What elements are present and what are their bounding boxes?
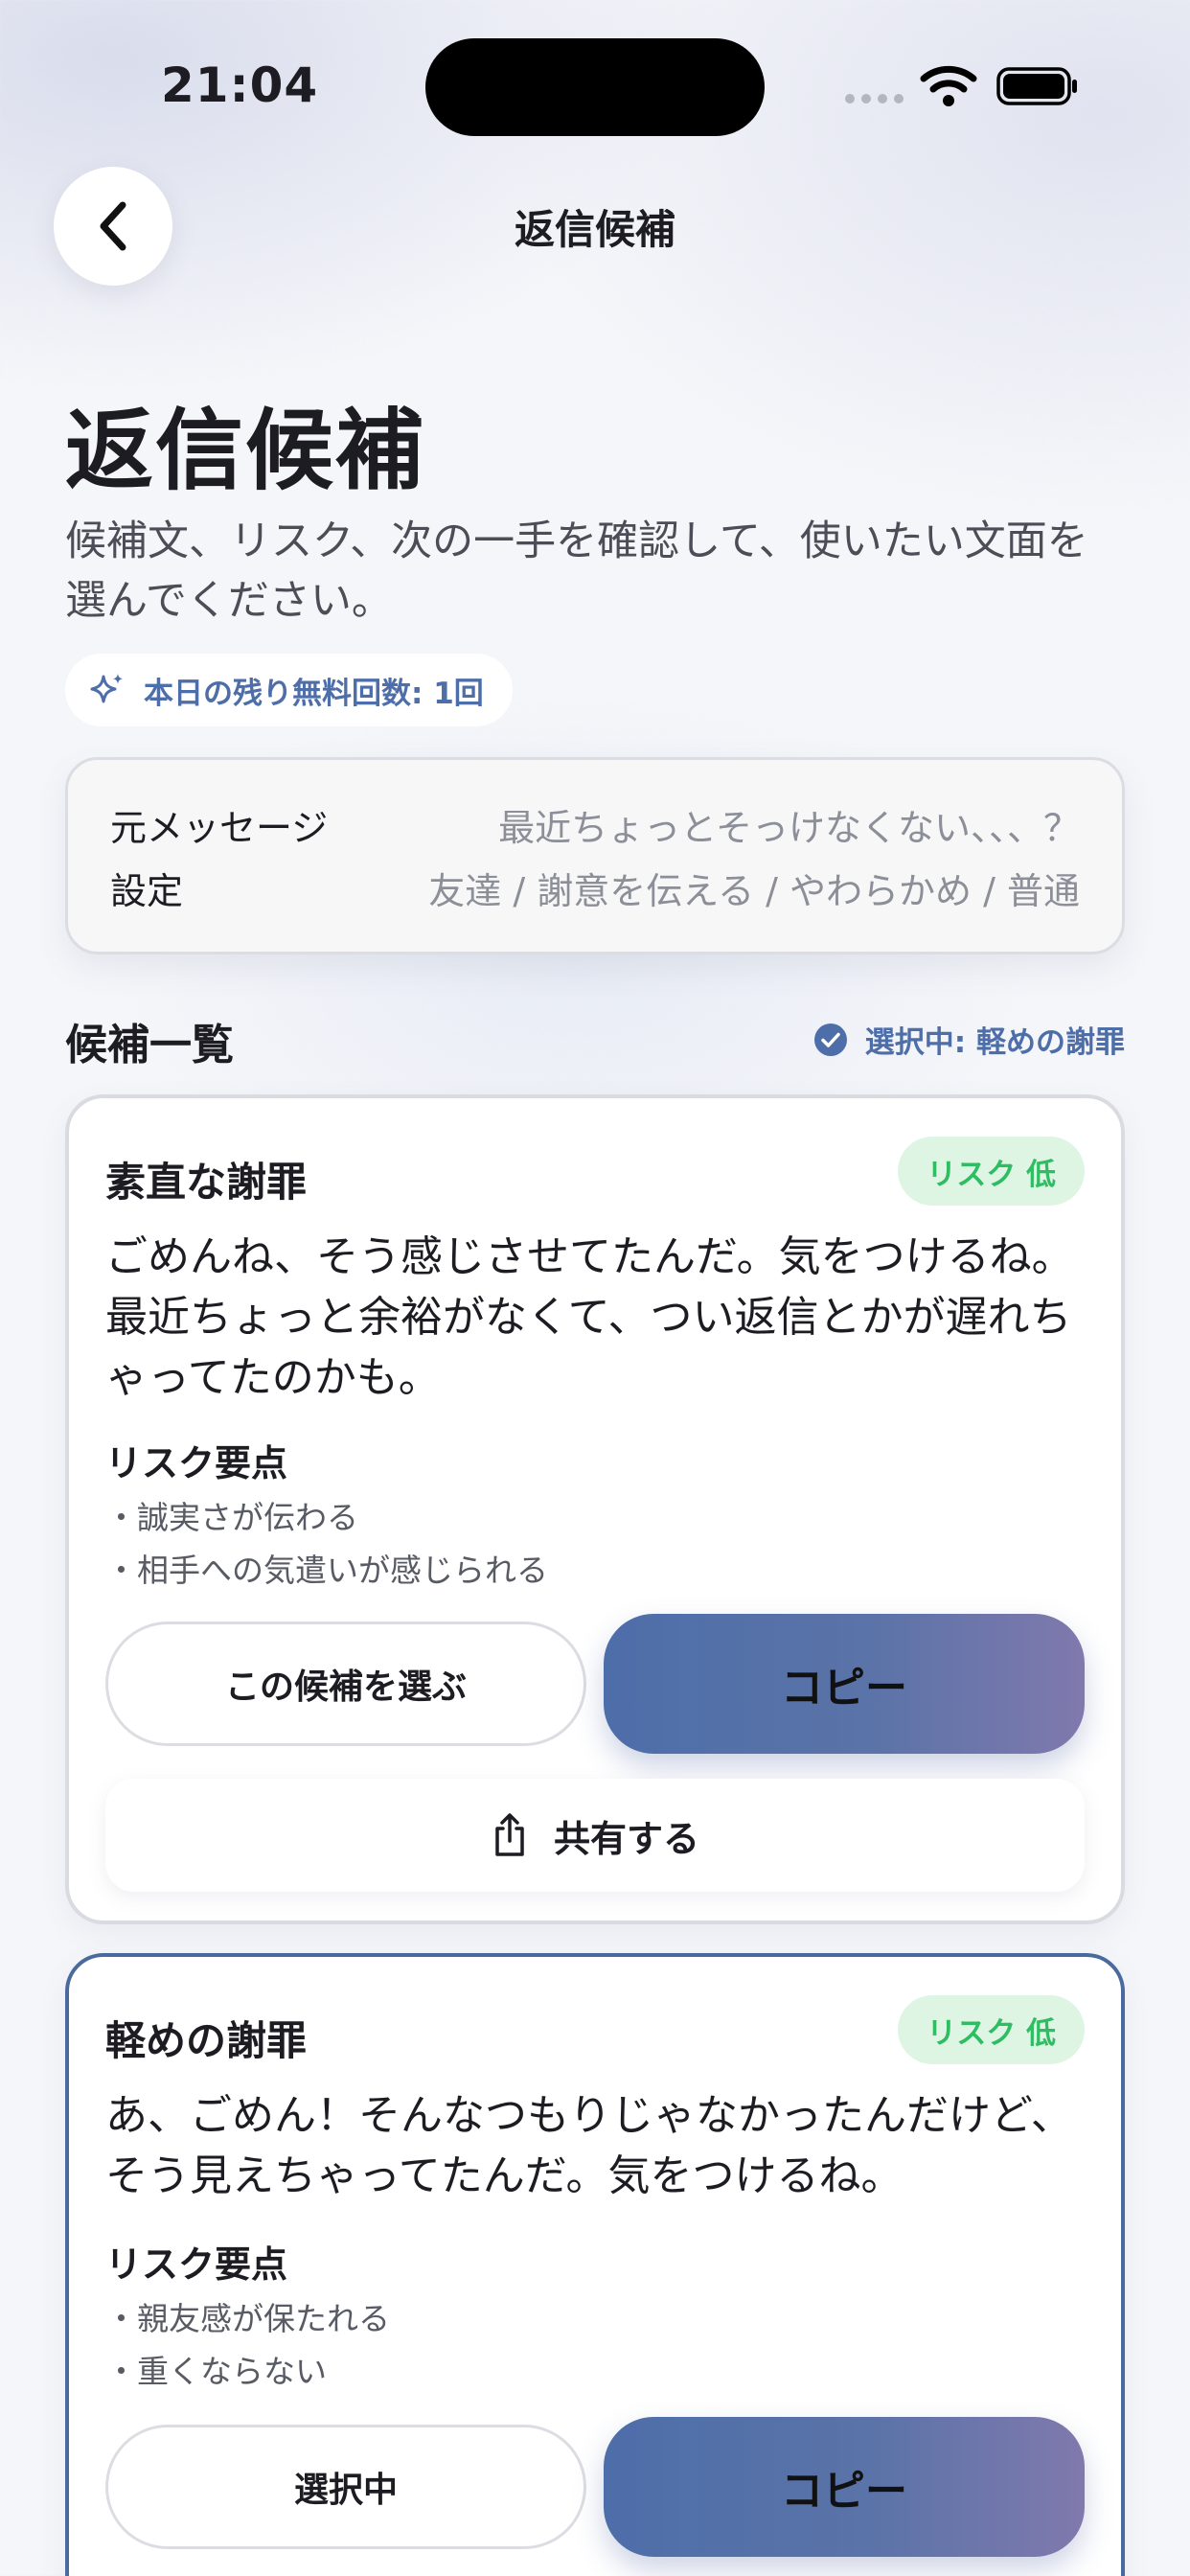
risk-badge: リスク 低: [898, 1137, 1085, 1206]
status-time: 21:04: [161, 58, 319, 113]
settings-value: 友達 / 謝意を伝える / やわらかめ / 普通: [428, 870, 1080, 912]
source-message-row: 元メッセージ 最近ちょっとそっけなくない、、、？: [110, 798, 1080, 851]
copy-button[interactable]: コピー: [604, 1614, 1085, 1754]
check-circle-icon: [813, 1023, 847, 1056]
risk-points-list: ・誠実さが伝わる ・相手への気遣いが感じられる: [105, 1491, 548, 1597]
share-label: 共有する: [553, 1817, 699, 1860]
source-message-card: 元メッセージ 最近ちょっとそっけなくない、、、？ 設定 友達 / 謝意を伝える …: [65, 757, 1125, 954]
share-icon: [495, 1813, 524, 1856]
risk-points-label: リスク要点: [105, 1442, 288, 1484]
source-message-label: 元メッセージ: [110, 807, 329, 849]
settings-label: 設定: [110, 870, 184, 912]
risk-badge: リスク 低: [898, 1995, 1085, 2064]
selected-indicator: 選択中: 軽めの謝罪: [813, 1018, 1125, 1061]
source-message-value: 最近ちょっとそっけなくない、、、？: [498, 807, 1080, 849]
dynamic-island: [425, 38, 765, 136]
risk-points-list: ・親友感が保たれる ・重くならない: [105, 2292, 390, 2398]
candidate-title: 軽めの謝罪: [105, 2017, 308, 2064]
sparkle-icon: [90, 674, 123, 703]
cellular-signal-icon: [845, 94, 904, 104]
risk-points-label: リスク要点: [105, 2243, 288, 2286]
page-title: 返信候補: [65, 400, 426, 502]
free-quota-badge: 本日の残り無料回数: 1回: [65, 654, 513, 726]
risk-point: ・相手への気遣いが感じられる: [105, 1552, 548, 1589]
settings-row: 設定 友達 / 謝意を伝える / やわらかめ / 普通: [110, 862, 1080, 914]
selected-state-button[interactable]: 選択中: [105, 2425, 586, 2549]
risk-point: ・親友感が保たれる: [105, 2300, 390, 2337]
candidate-card-2[interactable]: 軽めの謝罪 リスク 低 あ、ごめん！そんなつもりじゃなかったんだけど、そう見えち…: [65, 1953, 1125, 2576]
candidate-list-title: 候補一覧: [65, 1021, 234, 1070]
share-button[interactable]: 共有する: [105, 1779, 1085, 1892]
copy-button[interactable]: コピー: [604, 2417, 1085, 2557]
free-quota-text: 本日の残り無料回数: 1回: [144, 676, 484, 711]
battery-icon: [996, 67, 1077, 105]
risk-point: ・重くならない: [105, 2353, 327, 2390]
candidate-text: あ、ごめん！そんなつもりじゃなかったんだけど、そう見えちゃってたんだ。気をつける…: [105, 2091, 1073, 2200]
selected-indicator-text: 選択中: 軽めの謝罪: [864, 1025, 1125, 1060]
select-candidate-button[interactable]: この候補を選ぶ: [105, 1622, 586, 1746]
wifi-icon: [920, 65, 977, 106]
candidate-title: 素直な謝罪: [105, 1159, 308, 1206]
page-description: 候補文、リスク、次の一手を確認して、使いたい文面を選んでください。: [65, 518, 1088, 625]
nav-title: 返信候補: [514, 206, 675, 253]
risk-point: ・誠実さが伝わる: [105, 1499, 358, 1536]
candidate-text: ごめんね、そう感じさせてたんだ。気をつけるね。最近ちょっと余裕がなくて、つい返信…: [105, 1232, 1074, 1402]
candidate-card-1[interactable]: 素直な謝罪 リスク 低 ごめんね、そう感じさせてたんだ。気をつけるね。最近ちょっ…: [65, 1094, 1125, 1924]
